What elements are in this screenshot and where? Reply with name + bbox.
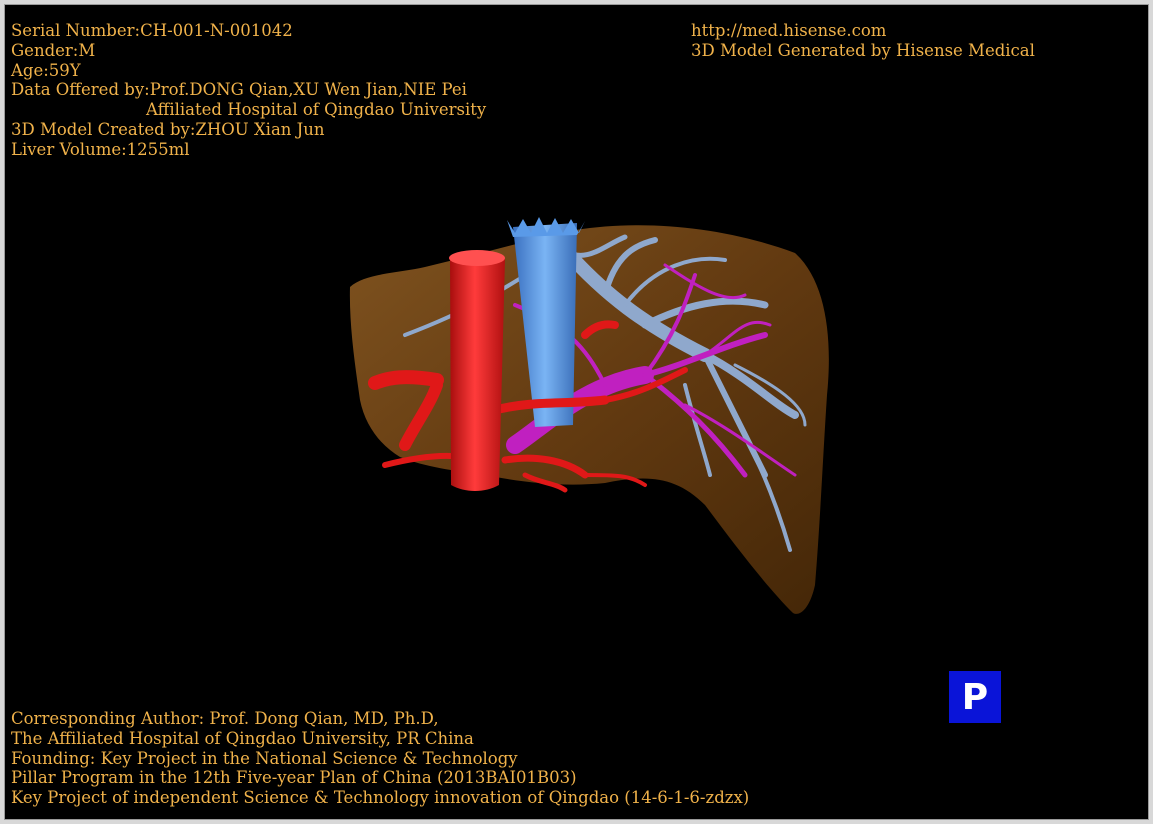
gender: Gender:M <box>11 40 96 60</box>
model-created-by: 3D Model Created by:ZHOU Xian Jun <box>11 119 325 139</box>
credits-line-1: Corresponding Author: Prof. Dong Qian, M… <box>11 709 439 728</box>
liver-volume: Liver Volume:1255ml <box>11 139 190 159</box>
data-offered-by: Data Offered by:Prof.DONG Qian,XU Wen Ji… <box>11 80 467 100</box>
credits-line-2: The Affiliated Hospital of Qingdao Unive… <box>11 728 474 748</box>
hospital-name: Affiliated Hospital of Qingdao Universit… <box>146 100 487 120</box>
age: Age:59Y <box>11 60 81 80</box>
generated-by: 3D Model Generated by Hisense Medical <box>691 40 1035 60</box>
vendor-info-panel: http://med.hisense.com 3D Model Generate… <box>691 21 1035 61</box>
credits-line-3: Founding: Key Project in the National Sc… <box>11 748 518 768</box>
aorta <box>449 250 505 491</box>
vendor-url: http://med.hisense.com <box>691 21 887 40</box>
serial-number: Serial Number:CH-001-N-001042 <box>11 21 293 40</box>
credits-line-4: Pillar Program in the 12th Five-year Pla… <box>11 768 577 788</box>
p-button[interactable]: P <box>949 671 1001 723</box>
credits-panel: Corresponding Author: Prof. Dong Qian, M… <box>11 709 749 808</box>
render-viewport[interactable]: Serial Number:CH-001-N-001042 Gender:M A… <box>4 4 1149 820</box>
credits-line-5: Key Project of independent Science & Tec… <box>11 788 750 808</box>
patient-info-panel: Serial Number:CH-001-N-001042 Gender:M A… <box>11 21 486 160</box>
